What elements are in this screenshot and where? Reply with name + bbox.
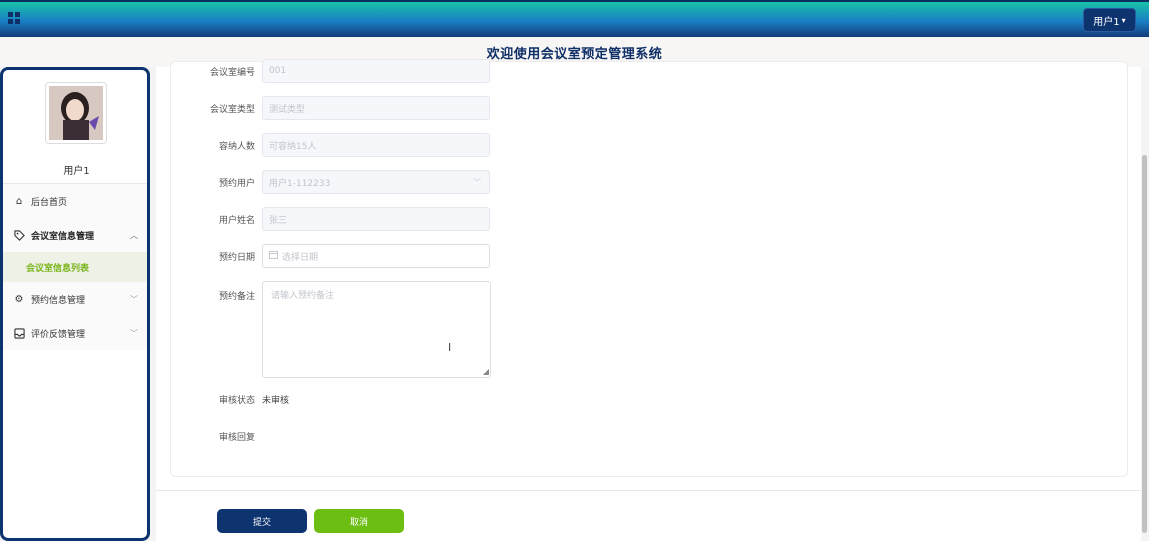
- reply-label: 审核回复: [218, 433, 255, 443]
- main-content: 会议室编号 001 会议室类型 测试类型 容纳人数 可容纳15人 预约用户 用户…: [156, 59, 1141, 541]
- sidebar-username: 用户1: [63, 166, 90, 177]
- sidebar-item-room-management[interactable]: 会议室信息管理 ︿: [3, 218, 147, 252]
- status-value: 未审核: [262, 396, 290, 406]
- text-cursor-icon: I: [448, 341, 452, 354]
- form-row-capacity: 容纳人数 可容纳15人: [171, 133, 490, 157]
- calendar-icon: [269, 250, 278, 262]
- cancel-button[interactable]: 取消: [314, 509, 404, 533]
- form-row-status: 审核状态 未审核: [171, 393, 289, 406]
- sidebar: 用户1 ⌂ 后台首页 会议室信息管理 ︿ 会议室信息列表 ⚙ 预约信息管理 ﹀ …: [0, 67, 150, 541]
- scrollbar[interactable]: [1142, 155, 1147, 533]
- room-type-label: 会议室类型: [209, 104, 255, 115]
- date-picker[interactable]: 选择日期: [262, 244, 490, 268]
- form-row-reply: 审核回复: [171, 430, 262, 443]
- room-type-field[interactable]: 测试类型: [262, 96, 490, 120]
- form-row-user: 预约用户 用户1-112233 ﹀: [171, 170, 490, 194]
- room-no-field[interactable]: 001: [262, 59, 490, 83]
- sidebar-item-label: 会议室信息列表: [26, 263, 90, 274]
- date-placeholder: 选择日期: [282, 252, 319, 263]
- chevron-down-icon: ▾: [1121, 15, 1126, 25]
- form-row-room-type: 会议室类型 测试类型: [171, 96, 490, 120]
- user-label: 预约用户: [218, 178, 255, 189]
- user-menu-button[interactable]: 用户1 ▾: [1083, 8, 1136, 32]
- sidebar-menu: ⌂ 后台首页 会议室信息管理 ︿ 会议室信息列表 ⚙ 预约信息管理 ﹀ 评价反馈…: [3, 184, 147, 350]
- name-label: 用户姓名: [218, 215, 255, 226]
- top-bar: 用户1 ▾: [0, 0, 1149, 37]
- home-icon: ⌂: [15, 195, 23, 207]
- submit-button[interactable]: 提交: [217, 509, 307, 533]
- sidebar-item-booking-management[interactable]: ⚙ 预约信息管理 ﹀: [3, 282, 147, 316]
- user-select[interactable]: 用户1-112233 ﹀: [262, 170, 490, 194]
- chevron-down-icon: ﹀: [473, 178, 481, 187]
- page-title: 欢迎使用会议室预定管理系统: [486, 46, 663, 62]
- sidebar-item-label: 后台首页: [31, 197, 68, 208]
- form-row-name: 用户姓名 张三: [171, 207, 490, 231]
- footer-divider: [156, 490, 1141, 491]
- form-row-date: 预约日期 选择日期: [171, 244, 490, 268]
- room-no-label: 会议室编号: [209, 67, 255, 78]
- sidebar-item-label: 预约信息管理: [31, 295, 86, 306]
- sidebar-item-feedback-management[interactable]: 评价反馈管理 ﹀: [3, 316, 147, 350]
- user-select-value: 用户1-112233: [269, 178, 331, 189]
- gear-icon: ⚙: [14, 293, 24, 305]
- chevron-down-icon: ﹀: [130, 329, 138, 338]
- sidebar-item-label: 会议室信息管理: [31, 231, 95, 242]
- tag-icon: [13, 229, 25, 241]
- date-label: 预约日期: [218, 252, 255, 263]
- note-textarea[interactable]: 请输入预约备注 I ◢: [262, 281, 491, 378]
- name-field[interactable]: 张三: [262, 207, 490, 231]
- sidebar-item-room-list[interactable]: 会议室信息列表: [3, 252, 147, 282]
- note-placeholder: 请输入预约备注: [271, 291, 335, 301]
- grid-menu-icon[interactable]: [8, 12, 21, 25]
- resize-handle-icon[interactable]: ◢: [483, 367, 489, 376]
- inbox-icon: [13, 327, 25, 339]
- form-row-note: 预约备注 请输入预约备注 I ◢: [171, 281, 491, 378]
- note-label: 预约备注: [218, 292, 255, 302]
- chevron-up-icon: ︿: [130, 231, 138, 240]
- capacity-field[interactable]: 可容纳15人: [262, 133, 490, 157]
- sidebar-item-label: 评价反馈管理: [31, 329, 86, 340]
- form-row-room-no: 会议室编号 001: [171, 59, 490, 83]
- chevron-down-icon: ﹀: [130, 295, 138, 304]
- avatar: [45, 82, 107, 144]
- avatar-image: [49, 86, 103, 140]
- user-menu-label: 用户1: [1093, 16, 1120, 28]
- capacity-label: 容纳人数: [218, 141, 255, 152]
- form-card: 会议室编号 001 会议室类型 测试类型 容纳人数 可容纳15人 预约用户 用户…: [170, 59, 1128, 477]
- sidebar-item-home[interactable]: ⌂ 后台首页: [3, 184, 147, 218]
- status-label: 审核状态: [218, 396, 255, 406]
